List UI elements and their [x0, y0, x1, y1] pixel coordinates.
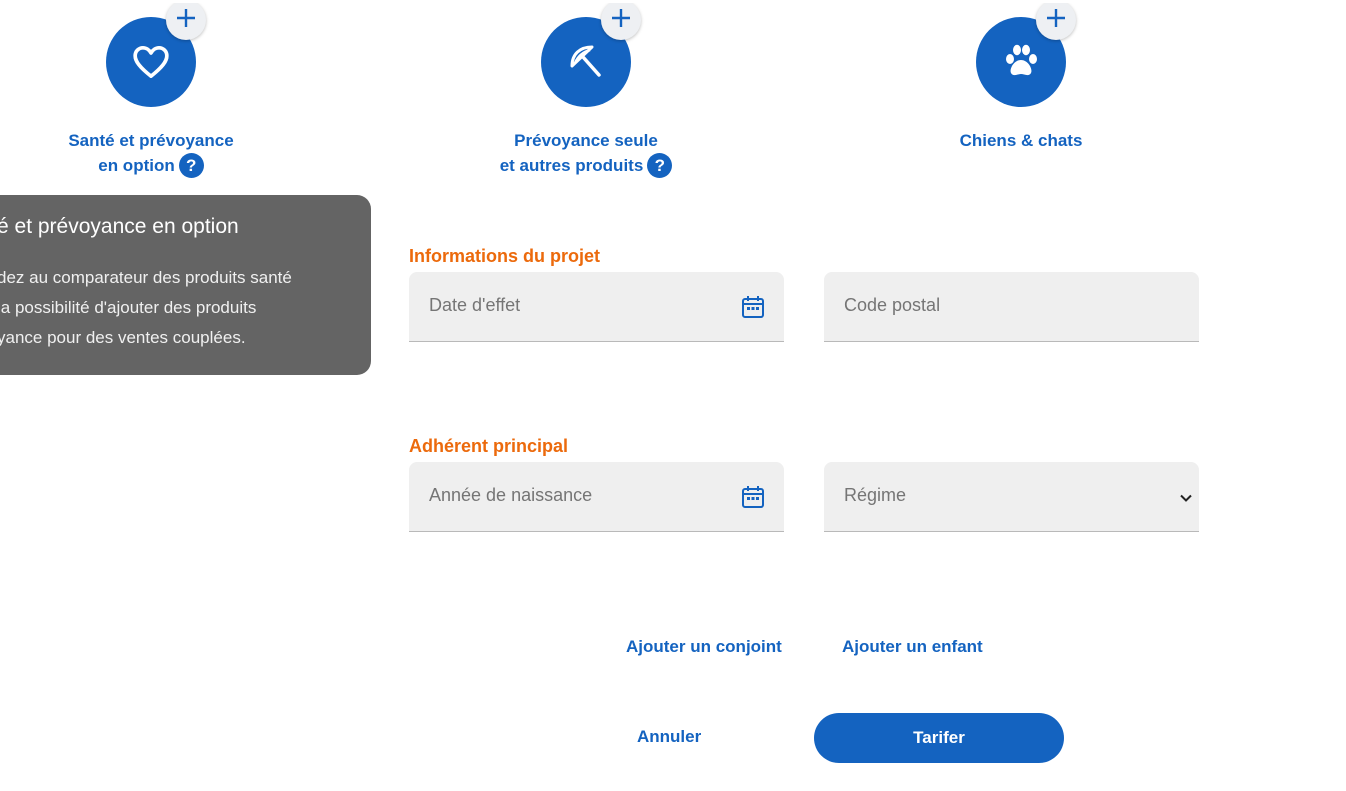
add-product-button[interactable]: [1036, 3, 1076, 40]
paw-icon: [1006, 44, 1037, 76]
plus-icon: [612, 9, 630, 27]
product-label: Santé et prévoyance en option?: [21, 128, 281, 179]
regime-placeholder: Régime: [844, 485, 907, 505]
code-postal-field[interactable]: Code postal: [824, 272, 1199, 342]
calendar-icon[interactable]: [740, 484, 766, 515]
tooltip-line: dez au comparateur des produits santé: [0, 268, 292, 287]
date-effet-field[interactable]: Date d'effet: [409, 272, 784, 342]
add-child-link[interactable]: Ajouter un enfant: [842, 637, 983, 657]
add-spouse-link[interactable]: Ajouter un conjoint: [626, 637, 782, 657]
annee-naissance-placeholder: Année de naissance: [429, 485, 593, 505]
product-label: Chiens & chats: [891, 128, 1151, 153]
code-postal-placeholder: Code postal: [844, 295, 941, 315]
tooltip-line: yance pour des ventes couplées.: [0, 328, 246, 347]
plus-icon: [177, 9, 195, 27]
product-label-line2: en option: [98, 156, 175, 175]
regime-select[interactable]: Régime: [824, 462, 1199, 532]
product-label-line1: Santé et prévoyance: [68, 131, 234, 150]
plus-icon: [1047, 9, 1065, 27]
product-label: Prévoyance seule et autres produits?: [456, 128, 716, 179]
calendar-icon[interactable]: [740, 294, 766, 325]
chevron-down-icon: [1178, 490, 1194, 511]
umbrella-icon: [570, 45, 601, 77]
help-tooltip: é et prévoyance en option dez au compara…: [0, 195, 371, 375]
help-icon[interactable]: ?: [647, 153, 673, 179]
annee-naissance-field[interactable]: Année de naissance: [409, 462, 784, 532]
heart-icon: [133, 46, 169, 78]
tooltip-line: la possibilité d'ajouter des produits: [0, 298, 257, 317]
product-label-line1: Prévoyance seule: [514, 131, 658, 150]
cancel-button[interactable]: Annuler: [637, 727, 701, 747]
member-section-title: Adhérent principal: [409, 436, 569, 456]
product-label-line2: et autres produits: [499, 156, 644, 175]
tooltip-title: é et prévoyance en option: [0, 215, 239, 238]
add-product-button[interactable]: [166, 3, 206, 40]
product-label-line1: Chiens & chats: [959, 131, 1083, 150]
help-icon[interactable]: ?: [178, 153, 204, 179]
project-section-title: Informations du projet: [409, 246, 600, 266]
tarifer-button[interactable]: Tarifer: [814, 713, 1064, 763]
add-product-button[interactable]: [601, 3, 641, 40]
date-effet-placeholder: Date d'effet: [429, 295, 521, 315]
